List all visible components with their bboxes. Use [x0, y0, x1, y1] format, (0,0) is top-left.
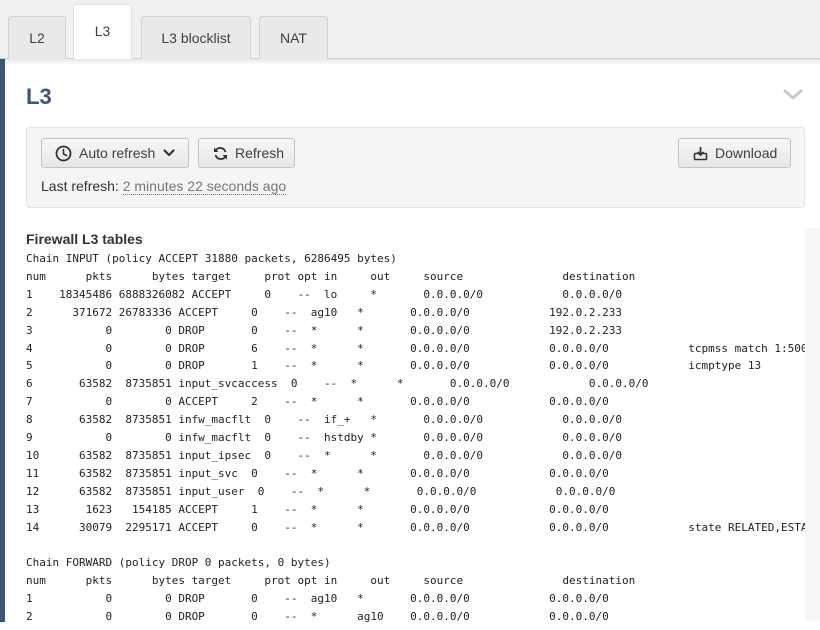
tab-l2[interactable]: L2: [8, 16, 66, 59]
last-refresh: Last refresh: 2 minutes 22 seconds ago: [41, 178, 287, 195]
output-scroll-area[interactable]: [805, 228, 820, 622]
download-icon: [693, 147, 708, 161]
refresh-button[interactable]: Refresh: [198, 138, 295, 168]
section-accent-bar: [0, 59, 5, 622]
firewall-tables-heading: Firewall L3 tables: [26, 231, 143, 247]
firewall-output: Chain INPUT (policy ACCEPT 31880 packets…: [26, 252, 805, 624]
tab-l2-label: L2: [29, 30, 45, 46]
collapse-toggle[interactable]: [782, 86, 804, 104]
tab-l3[interactable]: L3: [73, 4, 132, 60]
page-title: L3: [26, 84, 52, 109]
download-button[interactable]: Download: [678, 138, 791, 168]
auto-refresh-label: Auto refresh: [79, 145, 156, 161]
download-label: Download: [715, 145, 778, 161]
tab-l3-label: L3: [94, 23, 111, 39]
tab-l3-blocklist-label: L3 blocklist: [161, 30, 231, 46]
tab-l3-blocklist[interactable]: L3 blocklist: [141, 16, 251, 59]
last-refresh-label: Last refresh:: [41, 178, 119, 194]
refresh-panel: Auto refresh Refresh Download Last refre…: [26, 127, 805, 208]
clock-icon: [55, 145, 72, 162]
auto-refresh-dropdown[interactable]: Auto refresh: [41, 138, 189, 168]
tab-nat[interactable]: NAT: [259, 16, 328, 59]
tab-bar: L2 L3 L3 blocklist NAT: [0, 0, 820, 60]
chevron-down-icon: [163, 149, 175, 157]
refresh-label: Refresh: [235, 145, 285, 161]
chevron-down-icon: [783, 89, 803, 100]
last-refresh-time: 2 minutes 22 seconds ago: [122, 178, 287, 195]
tab-nat-label: NAT: [280, 30, 307, 46]
refresh-icon: [214, 147, 227, 160]
tab-shadow: [5, 59, 820, 65]
